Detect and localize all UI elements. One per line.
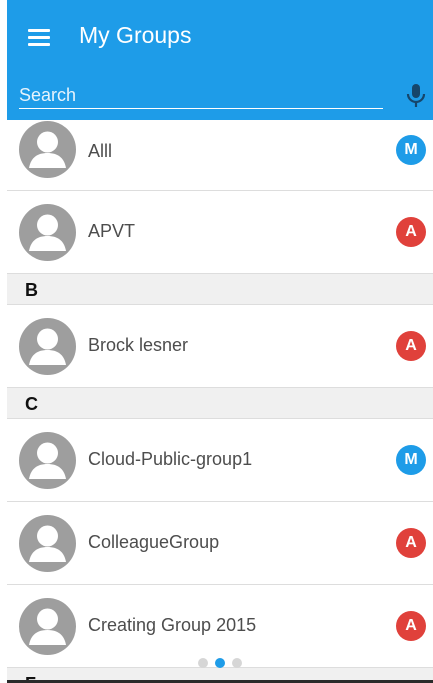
page-dot[interactable]	[215, 658, 225, 668]
role-badge: A	[396, 331, 426, 361]
group-row[interactable]: Brock lesner A	[7, 305, 433, 388]
section-letter: B	[25, 280, 38, 300]
avatar-icon	[19, 431, 76, 489]
group-name: Brock lesner	[88, 335, 189, 355]
app-frame: My Groups Alll M APVT A B Brock lesner A C Cl…	[7, 0, 433, 683]
microphone-icon[interactable]	[405, 82, 427, 110]
avatar-icon	[19, 121, 76, 178]
avatar-icon	[19, 203, 76, 261]
role-badge: A	[396, 611, 426, 641]
role-badge: M	[396, 445, 426, 475]
app-bar: My Groups	[7, 0, 433, 120]
role-badge: M	[396, 135, 426, 165]
group-row[interactable]: Alll M	[7, 120, 433, 191]
search-input[interactable]	[19, 82, 383, 109]
section-header: C	[7, 388, 433, 419]
hamburger-menu-icon[interactable]	[26, 26, 56, 50]
section-letter: C	[25, 394, 38, 414]
page-dot[interactable]	[232, 658, 242, 668]
role-badge: A	[396, 217, 426, 247]
role-badge: A	[396, 528, 426, 558]
page-title: My Groups	[79, 22, 192, 48]
avatar-icon	[19, 514, 76, 572]
group-name: Cloud-Public-group1	[88, 449, 253, 469]
avatar-icon	[19, 317, 76, 375]
group-name: APVT	[88, 221, 136, 241]
group-row[interactable]: Cloud-Public-group1 M	[7, 419, 433, 502]
group-list: Alll M APVT A B Brock lesner A C Cloud-Public…	[7, 120, 433, 683]
group-row[interactable]: APVT A	[7, 191, 433, 274]
group-name: ColleagueGroup	[88, 532, 220, 552]
section-header: B	[7, 274, 433, 305]
page-dot[interactable]	[198, 658, 208, 668]
group-name: Alll	[88, 141, 113, 161]
group-name: Creating Group 2015	[88, 615, 257, 635]
group-row[interactable]: ColleagueGroup A	[7, 502, 433, 585]
avatar-icon	[19, 597, 76, 655]
page-indicator	[195, 656, 255, 670]
